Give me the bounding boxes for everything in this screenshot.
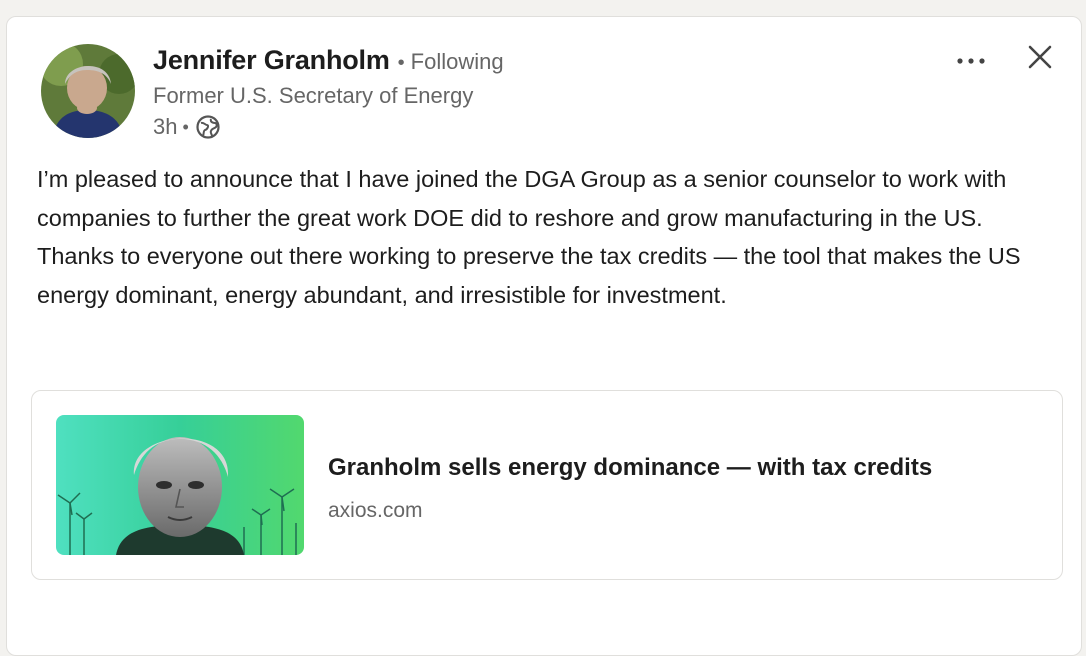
separator-dot: • (182, 116, 189, 137)
close-icon (1027, 44, 1053, 75)
more-options-button[interactable] (951, 43, 991, 79)
author-headline: Former U.S. Secretary of Energy (153, 83, 474, 108)
author-name[interactable]: Jennifer Granholm (153, 45, 390, 76)
author-line: Jennifer Granholm • Following (153, 45, 504, 76)
link-preview-title[interactable]: Granholm sells energy dominance — with t… (328, 454, 932, 482)
link-preview-card[interactable]: Granholm sells energy dominance — with t… (31, 390, 1063, 580)
separator-dot: • (397, 52, 405, 74)
globe-icon (195, 114, 221, 140)
link-preview-source: axios.com (328, 499, 423, 522)
more-horizontal-icon (955, 52, 987, 70)
post-time: 3h (153, 114, 178, 139)
dismiss-post-button[interactable] (1020, 39, 1060, 79)
feed-post-card: Jennifer Granholm • Following Former U.S… (6, 16, 1082, 656)
post-body-text: I’m pleased to announce that I have join… (37, 166, 1021, 308)
author-avatar[interactable] (41, 44, 135, 138)
post-meta: 3h • (153, 114, 221, 140)
link-preview-thumbnail[interactable] (56, 415, 304, 555)
follow-status: Following (410, 49, 504, 74)
